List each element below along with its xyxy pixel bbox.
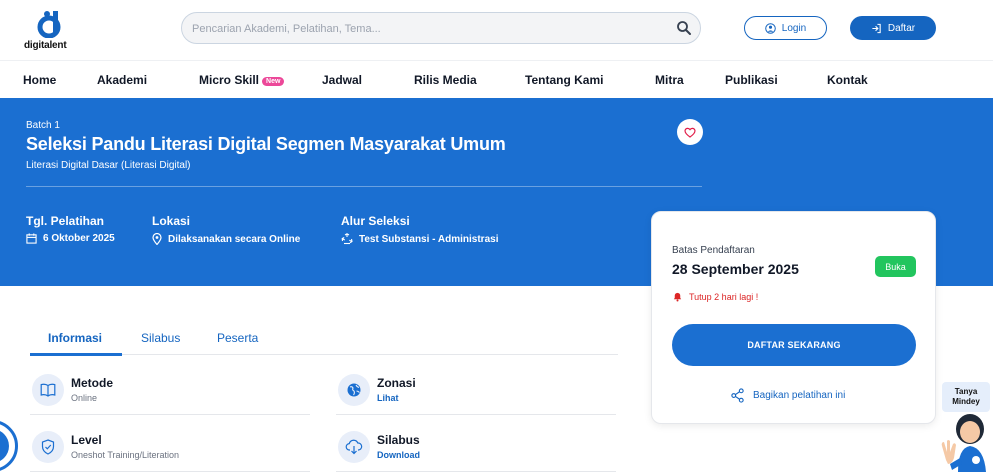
mindey-bubble: Tanya Mindey — [942, 382, 990, 412]
detail-tabs: Informasi Silabus Peserta — [30, 323, 618, 356]
detail-metode: Metode Online — [30, 374, 310, 415]
nav-item-tentang-kami[interactable]: Tentang Kami — [525, 73, 603, 87]
logo-mark-icon — [37, 11, 61, 38]
map-pin-icon — [152, 233, 162, 245]
detail-level: Level Oneshot Training/Literation — [30, 431, 310, 472]
metode-value: Online — [71, 393, 98, 403]
nav-item-rilis-media[interactable]: Rilis Media — [414, 73, 477, 87]
nav-item-kontak[interactable]: Kontak — [827, 73, 868, 87]
bell-icon — [673, 292, 682, 302]
search-icon[interactable] — [676, 20, 692, 36]
detail-silabus: Silabus Download — [336, 431, 616, 472]
register-now-button[interactable]: DAFTAR SEKARANG — [672, 324, 916, 366]
selection-flow-block: Alur Seleksi Test Substansi - Administra… — [341, 214, 498, 245]
cloud-download-icon — [338, 431, 370, 463]
book-icon — [32, 374, 64, 406]
metode-title: Metode — [71, 376, 113, 390]
shield-check-icon — [32, 431, 64, 463]
favorite-button[interactable] — [677, 119, 703, 145]
tab-informasi[interactable]: Informasi — [48, 331, 102, 345]
globe-icon — [338, 374, 370, 406]
heart-icon — [684, 127, 696, 138]
login-label: Login — [781, 22, 807, 34]
tab-silabus[interactable]: Silabus — [141, 331, 180, 345]
nav-item-akademi[interactable]: Akademi — [97, 73, 147, 87]
silabus-title: Silabus — [377, 433, 420, 447]
nav-item-micro-skill-label: Micro Skill — [199, 73, 260, 87]
status-badge: Buka — [875, 256, 916, 277]
training-date-row: 6 Oktober 2025 — [26, 233, 115, 244]
user-icon — [764, 22, 776, 34]
mindey-assistant-widget[interactable]: Tanya Mindey — [938, 380, 993, 472]
logo-text: digitalent — [24, 40, 67, 51]
top-header: digitalent Login Daftar — [0, 0, 993, 60]
sign-in-icon — [872, 23, 881, 33]
hero-divider — [26, 186, 702, 187]
closing-warning-text: Tutup 2 hari lagi ! — [689, 291, 759, 302]
location-value: Dilaksanakan secara Online — [168, 233, 301, 245]
deadline-label: Batas Pendaftaran — [672, 245, 755, 256]
login-button[interactable]: Login — [744, 16, 827, 40]
active-tab-indicator — [30, 353, 122, 356]
item-divider — [30, 414, 310, 415]
search-bar — [181, 12, 701, 44]
nav-item-jadwal[interactable]: Jadwal — [322, 73, 362, 87]
recycle-icon — [341, 233, 353, 245]
nav-item-mitra[interactable]: Mitra — [655, 73, 684, 87]
mindey-avatar-icon — [941, 414, 986, 472]
location-block: Lokasi Dilaksanakan secara Online — [152, 214, 300, 245]
deadline-date: 28 September 2025 — [672, 261, 799, 277]
search-input[interactable] — [192, 19, 662, 39]
zonasi-link[interactable]: Lihat — [377, 393, 399, 403]
share-label: Bagikan pelatihan ini — [753, 390, 846, 401]
level-value: Oneshot Training/Literation — [71, 450, 180, 460]
nav-item-publikasi[interactable]: Publikasi — [725, 73, 778, 87]
training-title: Seleksi Pandu Literasi Digital Segmen Ma… — [26, 134, 506, 154]
selection-flow-row: Test Substansi - Administrasi — [341, 233, 498, 245]
calendar-icon — [26, 233, 37, 244]
tab-peserta[interactable]: Peserta — [217, 331, 258, 345]
digitalent-logo[interactable]: digitalent — [24, 8, 84, 52]
selection-flow-value: Test Substansi - Administrasi — [359, 233, 499, 245]
main-navigation: Home Akademi Micro Skill New Jadwal Rilis… — [0, 60, 993, 98]
new-badge: New — [262, 77, 285, 86]
location-label: Lokasi — [152, 214, 191, 228]
selection-flow-label: Alur Seleksi — [341, 214, 410, 228]
detail-zonasi: Zonasi Lihat — [336, 374, 616, 415]
training-date-label: Tgl. Pelatihan — [26, 214, 105, 228]
location-row: Dilaksanakan secara Online — [152, 233, 300, 245]
closing-warning: Tutup 2 hari lagi ! — [672, 291, 758, 302]
register-button[interactable]: Daftar — [850, 16, 936, 40]
level-title: Level — [71, 433, 102, 447]
nav-item-home[interactable]: Home — [23, 73, 56, 87]
item-divider — [336, 414, 616, 415]
training-date-block: Tgl. Pelatihan 6 Oktober 2025 — [26, 214, 115, 244]
register-label: Daftar — [887, 22, 916, 34]
batch-label: Batch 1 — [26, 120, 60, 131]
silabus-download-link[interactable]: Download — [377, 450, 420, 460]
training-subtitle: Literasi Digital Dasar (Literasi Digital… — [26, 160, 191, 171]
registration-card: Batas Pendaftaran 28 September 2025 Buka… — [651, 211, 936, 424]
nav-item-micro-skill[interactable]: Micro Skill New — [199, 73, 285, 87]
share-icon — [731, 388, 744, 403]
zonasi-title: Zonasi — [377, 376, 416, 390]
training-date-value: 6 Oktober 2025 — [43, 233, 115, 244]
floating-accessibility-button[interactable] — [0, 420, 18, 472]
share-training-link[interactable]: Bagikan pelatihan ini — [730, 388, 845, 403]
